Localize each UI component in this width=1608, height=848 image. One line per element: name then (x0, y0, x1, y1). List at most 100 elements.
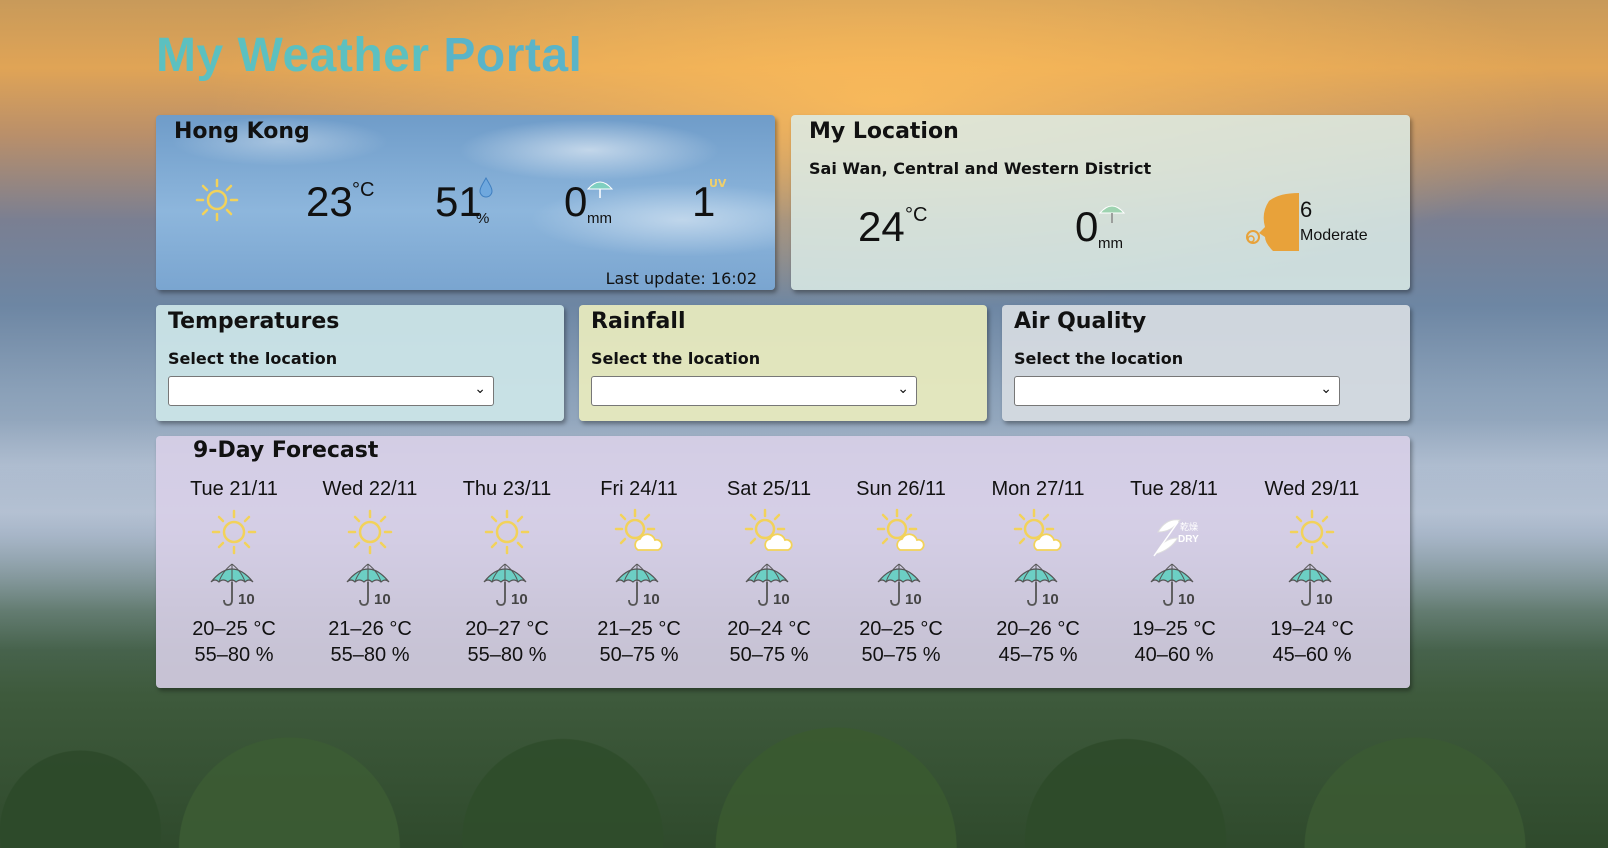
forecast-day: Sat 25/11 10 20–24 °C 50–75 % (704, 478, 834, 668)
loc-rainfall-value: 0 (1075, 203, 1099, 250)
air-quality-select-label: Select the location (1014, 349, 1184, 368)
forecast-day: Wed 29/11 10 19–24 °C 45–60 % (1247, 478, 1377, 668)
air-quality-panel: Air Quality Select the location ⌄ (1002, 305, 1410, 421)
svg-text:10: 10 (238, 591, 255, 608)
svg-text:10: 10 (374, 591, 391, 608)
svg-text:10: 10 (643, 591, 660, 608)
forecast-title: 9-Day Forecast (193, 438, 379, 463)
umbrella-small-icon (1098, 205, 1126, 223)
svg-text:10: 10 (1178, 591, 1195, 608)
forecast-day-date: Sat 25/11 (726, 478, 812, 500)
umbrella-small-icon (586, 181, 614, 198)
svg-text:10: 10 (1316, 591, 1333, 608)
chevron-down-icon: ⌄ (897, 381, 909, 397)
temperatures-location-select[interactable]: ⌄ (168, 376, 494, 406)
sunny-periods-icon (836, 508, 966, 558)
sunny-icon (442, 508, 572, 558)
sunny-periods-icon (574, 508, 704, 558)
background-trees (0, 678, 1608, 848)
hk-temperature-value: 23 (306, 178, 353, 225)
loc-temperature-value: 24 (858, 203, 905, 250)
forecast-day-date: Tue 21/11 (190, 478, 278, 500)
forecast-day: Tue 28/11 乾燥 DRY 10 19–25 °C 40–60 % (1109, 478, 1239, 668)
rainfall-panel: Rainfall Select the location ⌄ (579, 305, 987, 421)
forecast-day-humidity: 40–60 % (1134, 644, 1214, 666)
svg-text:10: 10 (1042, 591, 1059, 608)
umbrella-rain-probability-icon: 10 (1109, 560, 1239, 608)
svg-text:10: 10 (905, 591, 922, 608)
hk-rainfall-value: 0 (564, 178, 588, 225)
forecast-day-date: Fri 24/11 (600, 478, 678, 500)
rainfall-select-label: Select the location (591, 349, 761, 368)
forecast-day: Thu 23/11 10 20–27 °C 55–80 % (442, 478, 572, 668)
forecast-day-humidity: 45–60 % (1272, 644, 1352, 666)
hong-kong-title: Hong Kong (174, 119, 310, 144)
uv-icon: UV (709, 177, 727, 190)
forecast-day: Wed 22/11 10 21–26 °C 55–80 % (305, 478, 435, 668)
umbrella-rain-probability-icon: 10 (442, 560, 572, 608)
umbrella-rain-probability-icon: 10 (836, 560, 966, 608)
rainfall-location-select[interactable]: ⌄ (591, 376, 917, 406)
sunny-icon (169, 508, 299, 558)
svg-text:10: 10 (511, 591, 528, 608)
forecast-day-date: Wed 29/11 (1264, 478, 1360, 500)
forecast-day: Fri 24/11 10 21–25 °C 50–75 % (574, 478, 704, 668)
forecast-day: Tue 21/11 10 20–25 °C 55–80 % (169, 478, 299, 668)
forecast-day-date: Sun 26/11 (856, 478, 946, 500)
sunny-icon (1247, 508, 1377, 558)
page-title-part2: Portal (443, 29, 583, 82)
temperatures-panel: Temperatures Select the location ⌄ (156, 305, 564, 421)
svg-text:DRY: DRY (1178, 534, 1199, 545)
forecast-day-humidity: 55–80 % (330, 644, 410, 666)
dry-icon: 乾燥 DRY (1109, 508, 1239, 558)
forecast-day-temperature: 20–25 °C (859, 618, 943, 640)
hk-humidity-unit: % (476, 210, 490, 227)
my-location-panel: My Location Sai Wan, Central and Western… (791, 115, 1410, 290)
forecast-day-date: Tue 28/11 (1130, 478, 1218, 500)
forecast-day: Sun 26/11 10 20–25 °C 50–75 % (836, 478, 966, 668)
my-location-title: My Location (809, 119, 959, 144)
rainfall-title: Rainfall (591, 309, 686, 334)
svg-text:乾燥: 乾燥 (1180, 521, 1198, 532)
forecast-day-temperature: 19–25 °C (1132, 618, 1216, 640)
forecast-day-temperature: 20–25 °C (192, 618, 276, 640)
aqhi-face-icon (1246, 193, 1299, 251)
forecast-day-date: Thu 23/11 (462, 478, 552, 500)
temperatures-title: Temperatures (168, 309, 340, 334)
hk-temperature-unit: °C (352, 179, 375, 201)
air-quality-title: Air Quality (1014, 309, 1147, 334)
aqhi-value: 6 (1300, 197, 1313, 222)
umbrella-rain-probability-icon: 10 (574, 560, 704, 608)
sunny-icon (305, 508, 435, 558)
page-title: My Weather Portal (156, 28, 582, 83)
forecast-day-humidity: 50–75 % (729, 644, 809, 666)
forecast-day-temperature: 21–25 °C (597, 618, 681, 640)
page-title-part1: My Weather (156, 29, 444, 82)
loc-rainfall-unit: mm (1098, 235, 1123, 252)
forecast-day-temperature: 21–26 °C (328, 618, 412, 640)
forecast-day-temperature: 20–24 °C (727, 618, 811, 640)
sunny-periods-icon (973, 508, 1103, 558)
forecast-day-temperature: 20–26 °C (996, 618, 1080, 640)
air-quality-location-select[interactable]: ⌄ (1014, 376, 1340, 406)
forecast-day-humidity: 55–80 % (467, 644, 547, 666)
forecast-day-humidity: 55–80 % (194, 644, 274, 666)
water-drop-icon (479, 177, 493, 198)
forecast-day-humidity: 45–75 % (998, 644, 1078, 666)
chevron-down-icon: ⌄ (1320, 381, 1332, 397)
umbrella-rain-probability-icon: 10 (169, 560, 299, 608)
hk-humidity-value: 51 (435, 178, 482, 225)
forecast-day-date: Mon 27/11 (991, 478, 1085, 500)
temperatures-select-label: Select the location (168, 349, 338, 368)
chevron-down-icon: ⌄ (474, 381, 486, 397)
forecast-day-humidity: 50–75 % (861, 644, 941, 666)
svg-text:10: 10 (773, 591, 790, 608)
hk-last-update: Last update: 16:02 (605, 269, 757, 288)
forecast-day: Mon 27/11 10 20–26 °C 45–75 % (973, 478, 1103, 668)
nine-day-forecast-panel: 9-Day Forecast Tue 21/11 10 20–25 °C 55–80 … (156, 436, 1410, 688)
aqhi-level: Moderate (1300, 227, 1368, 244)
hong-kong-current-panel: Hong Kong 23 °C 51 % 0 mm 1 UV Last upda… (156, 115, 775, 290)
sunny-periods-icon (704, 508, 834, 558)
umbrella-rain-probability-icon: 10 (1247, 560, 1377, 608)
umbrella-rain-probability-icon: 10 (973, 560, 1103, 608)
